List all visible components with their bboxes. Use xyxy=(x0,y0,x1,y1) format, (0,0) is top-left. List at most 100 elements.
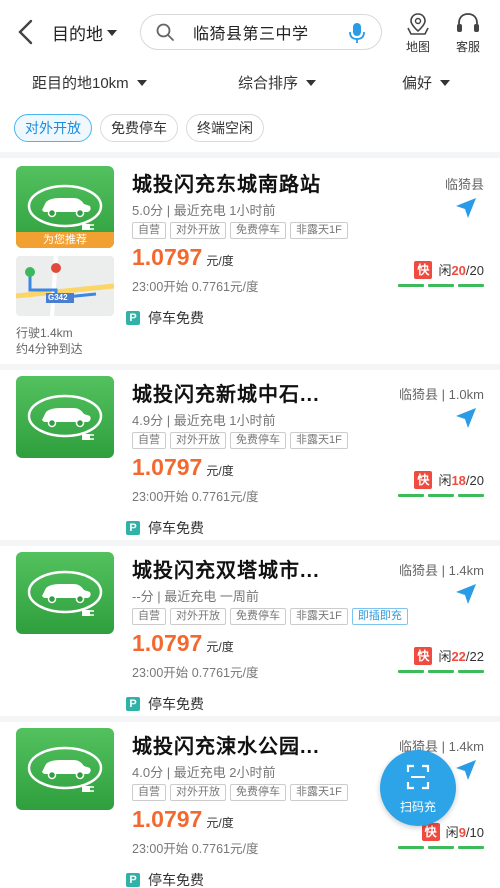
chevron-down-icon xyxy=(136,79,147,86)
back-arrow-icon[interactable] xyxy=(14,18,40,46)
recommend-badge: 为您推荐 xyxy=(16,232,114,248)
idle-label: 闲 xyxy=(438,649,452,664)
station-meta: 4.0分 | 最近充电 2小时前 xyxy=(132,765,276,780)
sort-filter[interactable]: 综合排序 xyxy=(238,72,317,93)
fast-charge-badge: 快 xyxy=(414,260,433,279)
station-tag: 非露天1F xyxy=(290,222,348,239)
navigate-icon[interactable] xyxy=(454,406,478,430)
station-rating: 4.0分 xyxy=(132,765,164,780)
station-meta: --分 | 最近充电 一周前 xyxy=(132,589,259,604)
station-region: 临猗县 | 1.0km xyxy=(398,387,484,402)
idle-value: 18 xyxy=(451,473,466,488)
preference-filter-label: 偏好 xyxy=(402,75,433,92)
station-thumbnail xyxy=(16,376,114,458)
idle-count: 闲22/22 xyxy=(438,646,484,665)
parking-info: P 停车免费 xyxy=(126,308,204,328)
off-peak-price: 23:00开始 0.7761元/度 xyxy=(132,490,259,504)
price-unit: 元/度 xyxy=(206,254,234,268)
idle-count: 闲18/20 xyxy=(438,470,484,489)
station-tag: 自营 xyxy=(132,432,166,449)
navigate-icon[interactable] xyxy=(454,196,478,220)
station-tag: 对外开放 xyxy=(170,784,226,801)
scan-label: 扫码充 xyxy=(399,800,436,814)
station-card[interactable]: 城投闪充新城中石... 临猗县 | 1.0km 4.9分 | 最近充电 1小时前 自营… xyxy=(0,370,500,546)
chevron-down-icon xyxy=(440,79,451,86)
idle-value: 22 xyxy=(451,649,466,664)
map-button[interactable]: 地图 xyxy=(398,12,438,55)
station-tag: 即插即充 xyxy=(351,608,408,625)
availability-bars xyxy=(394,670,484,673)
station-card[interactable]: 城投闪充双塔城市... 临猗县 | 1.4km --分 | 最近充电 一周前 自营 对外… xyxy=(0,546,500,722)
total-value: /10 xyxy=(465,825,484,840)
station-tags: 自营 对外开放 免费停车 非露天1F 即插即充 xyxy=(132,608,412,625)
station-tag: 非露天1F xyxy=(290,608,348,625)
chip-free-parking[interactable]: 免费停车 xyxy=(100,114,178,142)
chip-open-to-public[interactable]: 对外开放 xyxy=(14,114,92,142)
route-map-thumbnail[interactable]: G342 xyxy=(16,256,114,316)
preference-filter[interactable]: 偏好 xyxy=(402,72,451,93)
parking-info: P 停车免费 xyxy=(126,518,204,538)
charging-station-logo xyxy=(27,746,103,792)
chevron-down-icon xyxy=(107,29,117,36)
parking-icon: P xyxy=(126,873,140,887)
idle-value: 9 xyxy=(458,825,466,840)
station-name[interactable]: 城投闪充东城南路站 xyxy=(132,168,321,197)
filter-bar: 距目的地10km 综合排序 偏好 xyxy=(0,66,500,96)
search-input[interactable]: 临猗县第三中学 xyxy=(140,14,382,50)
parking-label: 停车免费 xyxy=(148,696,204,712)
sort-filter-label: 综合排序 xyxy=(238,75,299,92)
station-tag: 免费停车 xyxy=(230,432,286,449)
microphone-icon[interactable] xyxy=(347,22,367,44)
charger-availability: 快闲20/20 xyxy=(414,260,484,279)
quick-filter-chips: 对外开放 免费停车 终端空闲 xyxy=(14,114,272,142)
parking-label: 停车免费 xyxy=(148,310,204,326)
station-tag: 对外开放 xyxy=(170,222,226,239)
destination-label: 目的地 xyxy=(52,25,103,44)
availability-bars xyxy=(394,494,484,497)
navigate-icon[interactable] xyxy=(454,758,478,782)
off-peak-price: 23:00开始 0.7761元/度 xyxy=(132,842,259,856)
route-eta: 约4分钟到达 xyxy=(16,342,83,356)
idle-label: 闲 xyxy=(438,473,452,488)
station-tag: 免费停车 xyxy=(230,608,286,625)
station-tags: 自营 对外开放 免费停车 非露天1F xyxy=(132,222,352,239)
station-name[interactable]: 城投闪充新城中石... xyxy=(132,378,320,407)
fast-charge-badge: 快 xyxy=(414,470,433,489)
station-rating: --分 xyxy=(132,589,154,604)
station-tag: 自营 xyxy=(132,222,166,239)
parking-icon: P xyxy=(126,521,140,535)
route-map-icon xyxy=(16,256,114,316)
scan-to-charge-button[interactable]: 扫码充 xyxy=(380,750,456,826)
station-tags: 自营 对外开放 免费停车 非露天1F xyxy=(132,432,352,449)
price: 1.0797 元/度 xyxy=(132,630,234,657)
customer-service-button[interactable]: 客服 xyxy=(448,12,488,55)
idle-count: 闲20/20 xyxy=(438,260,484,279)
station-name[interactable]: 城投闪充涑水公园... xyxy=(132,730,320,759)
station-tag: 非露天1F xyxy=(290,432,348,449)
chevron-down-icon xyxy=(306,79,317,86)
station-meta: 5.0分 | 最近充电 1小时前 xyxy=(132,203,276,218)
parking-icon: P xyxy=(126,697,140,711)
navigate-icon[interactable] xyxy=(454,582,478,606)
station-region: 临猗县 xyxy=(444,177,484,192)
top-bar: 目的地 临猗县第三中学 地图 客服 xyxy=(0,0,500,64)
idle-count: 闲9/10 xyxy=(446,822,484,841)
station-tag: 免费停车 xyxy=(230,222,286,239)
off-peak-price: 23:00开始 0.7761元/度 xyxy=(132,666,259,680)
station-thumbnail xyxy=(16,552,114,634)
destination-dropdown[interactable]: 目的地 xyxy=(52,20,117,45)
total-value: /20 xyxy=(465,473,484,488)
charging-station-logo xyxy=(27,570,103,616)
parking-label: 停车免费 xyxy=(148,872,204,888)
distance-filter-label: 距目的地10km xyxy=(32,75,129,92)
availability-bars xyxy=(394,846,484,849)
chip-terminal-idle[interactable]: 终端空闲 xyxy=(186,114,264,142)
map-icon xyxy=(407,13,429,35)
station-tag: 对外开放 xyxy=(170,608,226,625)
station-name[interactable]: 城投闪充双塔城市... xyxy=(132,554,320,583)
distance-filter[interactable]: 距目的地10km xyxy=(32,72,147,93)
price: 1.0797 元/度 xyxy=(132,454,234,481)
map-label: 地图 xyxy=(405,40,430,54)
idle-label: 闲 xyxy=(445,825,459,840)
price-value: 1.0797 xyxy=(132,806,203,832)
